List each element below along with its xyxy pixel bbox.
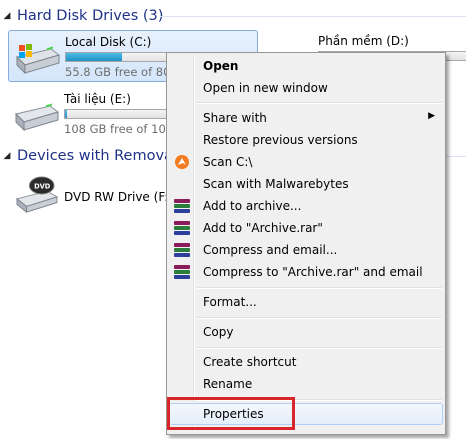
hard-disk-drives-header[interactable]: ◢ Hard Disk Drives (3) <box>0 5 164 27</box>
menu-item-open[interactable]: Open <box>169 55 443 77</box>
menu-item-add-to-archive[interactable]: Add to archive... <box>169 195 443 217</box>
menu-separator <box>197 347 442 349</box>
dvd-logo-text: DVD <box>34 182 51 190</box>
menu-item-add-to-archive-rar[interactable]: Add to "Archive.rar" <box>169 217 443 239</box>
menu-item-label: Restore previous versions <box>203 133 358 147</box>
menu-item-open-new-window[interactable]: Open in new window <box>169 77 443 99</box>
winrar-icon <box>174 264 190 280</box>
group-divider <box>160 16 466 17</box>
winrar-icon <box>174 220 190 236</box>
winrar-icon <box>174 198 190 214</box>
menu-item-label: Copy <box>203 325 234 339</box>
menu-separator <box>197 287 442 289</box>
removable-storage-header[interactable]: ◢ Devices with Removab <box>0 145 183 167</box>
drive-name: Tài liệu (E:) <box>64 92 131 106</box>
collapse-arrow-icon[interactable]: ◢ <box>0 151 14 161</box>
menu-item-label: Format... <box>203 295 257 309</box>
menu-item-create-shortcut[interactable]: Create shortcut <box>169 351 443 373</box>
menu-item-label: Share with <box>203 111 267 125</box>
drive-name: Local Disk (C:) <box>65 35 152 49</box>
menu-item-label: Scan C:\ <box>203 155 253 169</box>
menu-separator <box>197 317 442 319</box>
menu-item-scan-c[interactable]: Scan C:\ <box>169 151 443 173</box>
menu-separator <box>197 102 442 104</box>
menu-item-compress-to-archive-and-email[interactable]: Compress to "Archive.rar" and email <box>169 261 443 283</box>
group-title: Devices with Removab <box>17 148 183 164</box>
submenu-arrow-icon: ▶ <box>428 111 435 121</box>
drive-name: Phần mềm (D:) <box>318 34 409 48</box>
menu-item-label: Compress and email... <box>203 243 338 257</box>
collapse-arrow-icon[interactable]: ◢ <box>0 11 14 21</box>
hard-drive-windows-icon <box>16 44 61 75</box>
menu-item-label: Create shortcut <box>203 355 297 369</box>
dvd-drive-icon: DVD <box>15 176 59 214</box>
menu-item-compress-and-email[interactable]: Compress and email... <box>169 239 443 261</box>
menu-item-label: Open <box>203 59 239 73</box>
avast-icon <box>175 155 189 169</box>
menu-item-restore-previous-versions[interactable]: Restore previous versions <box>169 129 443 151</box>
menu-item-share-with[interactable]: Share with ▶ <box>169 107 443 129</box>
menu-item-label: Add to archive... <box>203 199 302 213</box>
menu-item-label: Open in new window <box>203 81 328 95</box>
drive-usage-fill <box>66 53 123 61</box>
hard-drive-icon <box>15 103 60 132</box>
menu-item-label: Compress to "Archive.rar" and email <box>203 265 423 279</box>
menu-item-rename[interactable]: Rename <box>169 373 443 395</box>
menu-item-copy[interactable]: Copy <box>169 321 443 343</box>
drive-free-space: 55.8 GB free of 80.0 <box>65 65 182 79</box>
properties-highlight-box <box>167 397 295 430</box>
drive-usage-fill <box>65 110 67 118</box>
menu-item-format[interactable]: Format... <box>169 291 443 313</box>
winrar-icon <box>174 242 190 258</box>
menu-item-label: Scan with Malwarebytes <box>203 177 349 191</box>
menu-item-label: Add to "Archive.rar" <box>203 221 323 235</box>
drive-name: DVD RW Drive (F:) <box>64 190 174 204</box>
menu-item-scan-malwarebytes[interactable]: Scan with Malwarebytes <box>169 173 443 195</box>
context-menu[interactable]: Open Open in new window Share with ▶ Res… <box>166 52 446 435</box>
group-title: Hard Disk Drives (3) <box>17 8 164 24</box>
menu-item-label: Rename <box>203 377 253 391</box>
